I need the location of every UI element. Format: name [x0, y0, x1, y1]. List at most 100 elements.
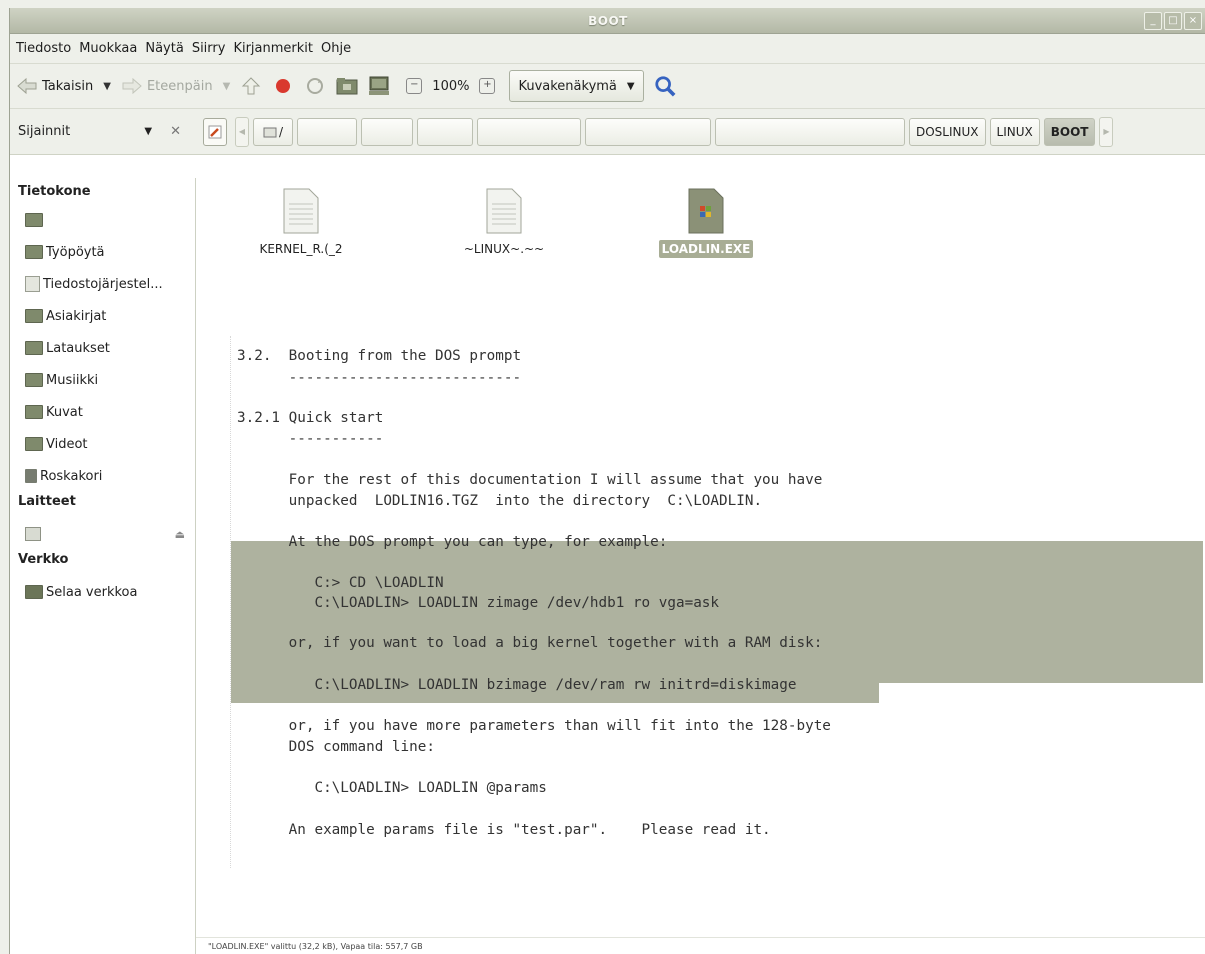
stop-icon[interactable]: [272, 75, 294, 97]
sidebar-item-documents[interactable]: Asiakirjat: [10, 300, 195, 332]
preview-line: or, if you want to load a big kernel tog…: [237, 635, 823, 651]
crumb-linux[interactable]: LINUX: [989, 117, 1040, 146]
back-button[interactable]: Takaisin: [16, 77, 93, 95]
view-mode-select[interactable]: Kuvakenäkymä ▼: [509, 70, 644, 102]
sidebar-item-label: Roskakori: [40, 468, 103, 484]
sidebar-item-trash[interactable]: Roskakori: [10, 460, 195, 492]
videos-folder-icon: [25, 437, 43, 451]
selection-highlight: [231, 541, 1203, 683]
documents-folder-icon: [25, 309, 43, 323]
sidebar-item-music[interactable]: Musiikki: [10, 364, 195, 396]
eject-icon[interactable]: ⏏: [175, 528, 185, 541]
preview-line: or, if you have more parameters than wil…: [237, 718, 831, 734]
home-folder-icon[interactable]: [336, 75, 358, 97]
forward-button[interactable]: Eteenpäin: [121, 77, 213, 95]
chevron-down-icon: ▼: [144, 126, 153, 137]
menu-bookmarks[interactable]: Kirjanmerkit: [229, 41, 317, 56]
file-manager-window: BOOT _ □ × Tiedosto Muokkaa Näytä Siirry…: [9, 8, 1205, 954]
crumb-blurred-2[interactable]: [361, 117, 413, 146]
maximize-button[interactable]: □: [1164, 12, 1182, 30]
sidebar-item-home[interactable]: [10, 204, 195, 236]
sidebar-item-label: Tiedostojärjestel...: [43, 276, 163, 292]
sidebar-item-label: Asiakirjat: [46, 308, 107, 324]
close-button[interactable]: ×: [1184, 12, 1202, 30]
crumb-blurred-4[interactable]: [477, 117, 581, 146]
zoom-in-button[interactable]: +: [479, 78, 496, 94]
menu-view[interactable]: Näytä: [141, 41, 187, 56]
sidebar-item-device[interactable]: ⏏: [10, 518, 195, 550]
sidebar-item-downloads[interactable]: Lataukset: [10, 332, 195, 364]
preview-line: unpacked LODLIN16.TGZ into the directory…: [237, 493, 763, 509]
crumb-scroll-right[interactable]: ▶: [1099, 116, 1114, 147]
back-arrow-icon: [17, 77, 37, 95]
computer-icon[interactable]: [368, 75, 390, 97]
sidebar-item-pictures[interactable]: Kuvat: [10, 396, 195, 428]
crumb-root[interactable]: /: [253, 117, 293, 146]
crumb-blurred-1[interactable]: [297, 117, 357, 146]
preview-line: For the rest of this documentation I wil…: [237, 472, 823, 488]
side-pane-selector[interactable]: Sijainnit ▼ ✕: [10, 124, 195, 139]
sidebar-item-desktop[interactable]: Työpöytä: [10, 236, 195, 268]
side-pane-label: Sijainnit: [18, 124, 71, 139]
status-text: "LOADLIN.EXE" valittu (32,2 kB), Vapaa t…: [208, 941, 423, 951]
window-controls: _ □ ×: [1144, 12, 1202, 30]
sidebar-item-label: Työpöytä: [46, 244, 105, 260]
preview-line: -----------: [237, 431, 384, 447]
sidebar-header-devices: Laitteet: [18, 494, 76, 509]
sidebar-header-network: Verkko: [18, 552, 69, 567]
sidebar-item-label: Lataukset: [46, 340, 110, 356]
forward-history-dropdown[interactable]: ▼: [223, 81, 231, 92]
title-bar[interactable]: BOOT _ □ ×: [10, 8, 1205, 34]
file-name: ~LINUX~.~~: [463, 242, 545, 256]
music-folder-icon: [25, 373, 43, 387]
sidebar-item-filesystem[interactable]: Tiedostojärjestel...: [10, 268, 195, 300]
sidebar-item-label: Musiikki: [46, 372, 99, 388]
preview-line: 3.2. Booting from the DOS prompt: [237, 348, 522, 364]
preview-line: C:\LOADLIN> LOADLIN zimage /dev/hdb1 ro …: [237, 595, 720, 611]
home-folder-icon: [25, 213, 43, 227]
zoom-out-button[interactable]: −: [406, 78, 423, 94]
crumb-blurred-5[interactable]: [585, 117, 711, 146]
crumb-blurred-3[interactable]: [417, 117, 473, 146]
menu-go[interactable]: Siirry: [188, 41, 230, 56]
back-label: Takaisin: [42, 78, 94, 94]
sidebar-item-label: Videot: [46, 436, 88, 452]
status-bar: "LOADLIN.EXE" valittu (32,2 kB), Vapaa t…: [196, 937, 1205, 954]
back-history-dropdown[interactable]: ▼: [103, 81, 111, 92]
file-item-loadlin[interactable]: LOADLIN.EXE: [641, 188, 771, 258]
preview-line: C:\LOADLIN> LOADLIN @params: [237, 780, 547, 796]
sidebar-item-label: Selaa verkkoa: [46, 584, 138, 600]
crumb-doslinux[interactable]: DOSLINUX: [909, 117, 986, 146]
search-icon[interactable]: [654, 75, 676, 97]
reload-icon[interactable]: [304, 75, 326, 97]
preview-line: ---------------------------: [237, 370, 522, 386]
text-preview: 3.2. Booting from the DOS prompt -------…: [230, 336, 1203, 868]
edit-location-button[interactable]: [203, 117, 227, 146]
sidebar-header-computer: Tietokone: [18, 184, 91, 199]
sidebar-item-browse-network[interactable]: Selaa verkkoa: [10, 576, 195, 608]
filesystem-icon: [25, 276, 40, 292]
menu-edit[interactable]: Muokkaa: [75, 41, 141, 56]
sidebar-item-label: Kuvat: [46, 404, 83, 420]
desktop-folder-icon: [25, 245, 43, 259]
toolbar: Takaisin ▼ Eteenpäin ▼ − 100% + Kuvakenä…: [10, 64, 1205, 109]
menu-bar: Tiedosto Muokkaa Näytä Siirry Kirjanmerk…: [10, 34, 1205, 64]
drive-icon: [263, 127, 277, 137]
location-bar: Sijainnit ▼ ✕ ◀ / DOSLINUX LINUX BOOT ▶: [10, 109, 1205, 155]
crumb-boot[interactable]: BOOT: [1043, 117, 1096, 146]
zoom-level: 100%: [432, 78, 470, 94]
crumb-scroll-left[interactable]: ◀: [235, 116, 249, 147]
preview-line: C:\LOADLIN> LOADLIN bzimage /dev/ram rw …: [237, 677, 797, 693]
up-icon[interactable]: [240, 75, 262, 97]
preview-line: At the DOS prompt you can type, for exam…: [237, 534, 668, 550]
close-icon[interactable]: ✕: [170, 124, 181, 139]
forward-label: Eteenpäin: [146, 78, 213, 94]
menu-file[interactable]: Tiedosto: [12, 41, 75, 56]
preview-line: DOS command line:: [237, 739, 435, 755]
file-item-kernel[interactable]: KERNEL_R.(_2: [236, 188, 366, 258]
menu-help[interactable]: Ohje: [317, 41, 355, 56]
file-item-linux[interactable]: ~LINUX~.~~: [439, 188, 569, 258]
minimize-button[interactable]: _: [1144, 12, 1162, 30]
crumb-blurred-6[interactable]: [715, 117, 905, 146]
sidebar-item-videos[interactable]: Videot: [10, 428, 195, 460]
